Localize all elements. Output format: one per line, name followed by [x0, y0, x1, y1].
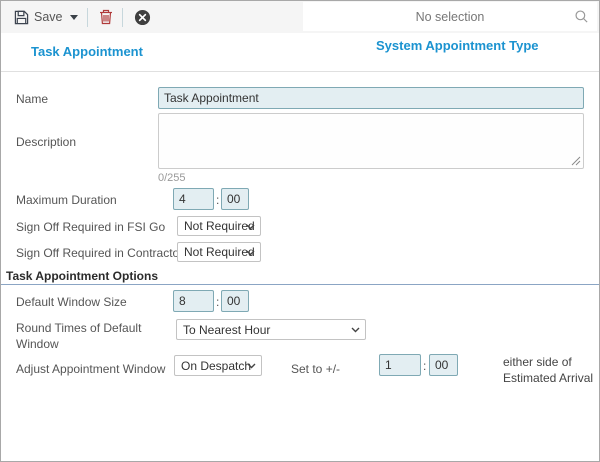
chevron-down-icon	[246, 224, 255, 230]
set-to-label: Set to +/-	[291, 362, 340, 376]
close-icon	[134, 9, 151, 26]
options-section-divider	[1, 284, 599, 285]
options-section-title: Task Appointment Options	[6, 269, 158, 283]
resize-grip-icon[interactable]	[571, 156, 581, 166]
description-textarea[interactable]	[158, 113, 584, 169]
adjust-window-hours-input[interactable]	[379, 354, 421, 376]
save-icon	[14, 10, 29, 25]
chevron-down-icon	[70, 15, 78, 24]
round-times-value: To Nearest Hour	[183, 323, 270, 337]
appointment-type-editor: Save N	[0, 0, 600, 462]
adjust-window-select[interactable]: On Despatch	[174, 355, 262, 376]
save-button-label: Save	[34, 10, 63, 24]
maximum-duration-label: Maximum Duration	[16, 193, 117, 207]
description-char-counter: 0/255	[158, 172, 186, 184]
name-label: Name	[16, 92, 48, 106]
record-search-box[interactable]: No selection	[303, 2, 597, 31]
adjust-window-label: Adjust Appointment Window	[16, 362, 165, 376]
adjust-window-suffix-text: either side of Estimated Arrival	[503, 354, 597, 386]
name-input[interactable]	[158, 87, 584, 109]
default-window-size-label: Default Window Size	[16, 295, 127, 309]
toolbar-divider	[122, 8, 123, 27]
duration-separator: :	[216, 193, 219, 207]
adjust-window-minutes-input[interactable]	[429, 354, 458, 376]
toolbar: Save N	[1, 1, 599, 34]
duration-separator: :	[423, 359, 426, 373]
chevron-down-icon	[246, 250, 255, 256]
save-button[interactable]: Save	[14, 10, 63, 25]
chevron-down-icon	[351, 327, 360, 333]
delete-button[interactable]	[99, 9, 113, 25]
round-times-select[interactable]: To Nearest Hour	[176, 319, 366, 340]
sign-off-fsi-go-label: Sign Off Required in FSI Go	[16, 220, 165, 234]
sign-off-contractor-value: Not Required	[184, 245, 255, 259]
default-window-size-hours-input[interactable]	[173, 290, 214, 312]
trash-icon	[99, 9, 113, 25]
save-dropdown-button[interactable]	[70, 11, 78, 24]
page-title: System Appointment Type	[376, 38, 539, 53]
maximum-duration-minutes-input[interactable]	[221, 188, 249, 210]
sign-off-contractor-label: Sign Off Required in Contractor	[16, 246, 183, 260]
sign-off-contractor-select[interactable]: Not Required	[177, 242, 261, 262]
search-status-text: No selection	[416, 10, 485, 24]
description-label: Description	[16, 135, 76, 149]
cancel-button[interactable]	[134, 9, 151, 26]
title-bar: Task Appointment System Appointment Type	[1, 33, 599, 72]
adjust-window-value: On Despatch	[181, 359, 251, 373]
search-icon[interactable]	[574, 9, 589, 24]
round-times-label: Round Times of Default Window	[16, 321, 164, 352]
record-title: Task Appointment	[31, 44, 143, 59]
sign-off-fsi-go-select[interactable]: Not Required	[177, 216, 261, 236]
chevron-down-icon	[247, 363, 256, 369]
default-window-size-minutes-input[interactable]	[221, 290, 249, 312]
duration-separator: :	[216, 295, 219, 309]
sign-off-fsi-go-value: Not Required	[184, 219, 255, 233]
maximum-duration-hours-input[interactable]	[173, 188, 214, 210]
toolbar-divider	[87, 8, 88, 27]
